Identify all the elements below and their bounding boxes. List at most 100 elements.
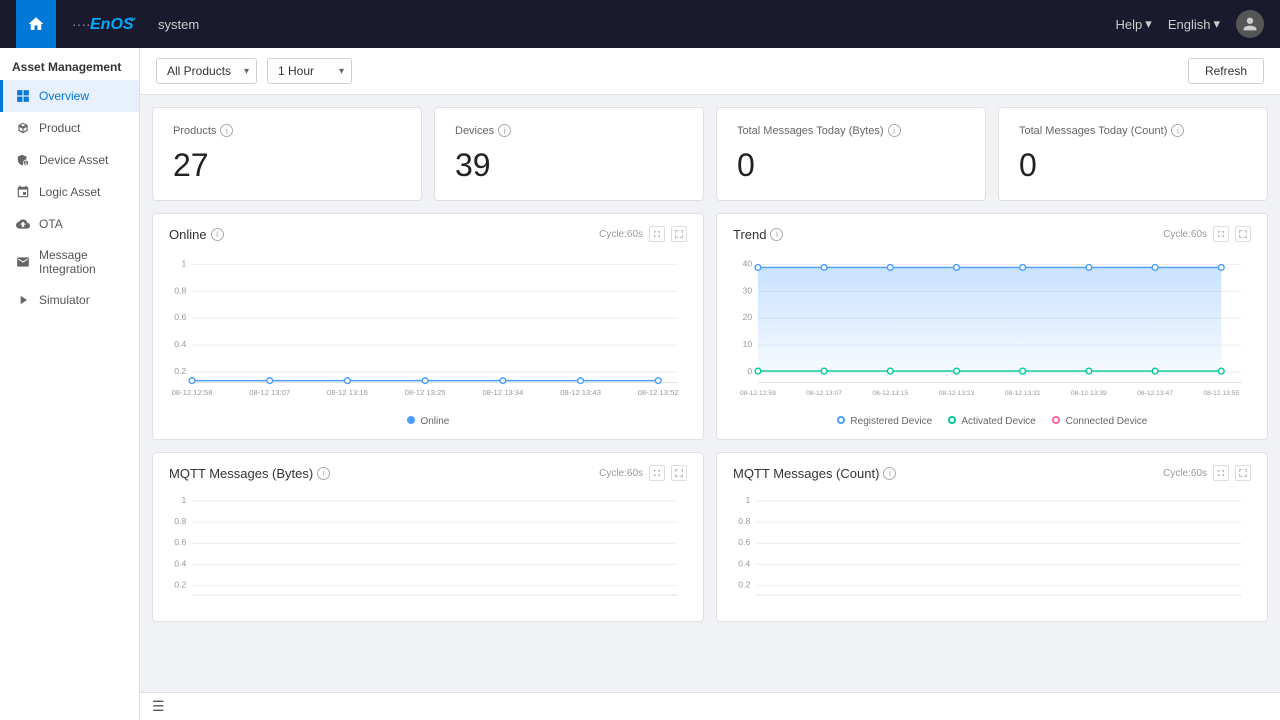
stat-cards-row: Products i 27 Devices i 39 Total Message…: [152, 107, 1268, 201]
bottom-menu-icon[interactable]: ☰: [152, 698, 165, 715]
sidebar-item-product[interactable]: Product: [0, 112, 139, 144]
mqtt-bytes-chart-card: MQTT Messages (Bytes) i Cycle:60s: [152, 452, 704, 622]
message-integration-icon: [15, 254, 31, 270]
svg-text:0: 0: [747, 366, 752, 376]
info-icon-messages-bytes[interactable]: i: [888, 124, 901, 137]
logo-area: ···· EnOS ™: [72, 13, 142, 35]
sidebar-item-logic-asset[interactable]: Logic Asset: [0, 176, 139, 208]
info-icon-mqtt-count[interactable]: i: [883, 467, 896, 480]
trend-legend-registered: Registered Device: [850, 416, 932, 427]
sidebar-label-device-asset: Device Asset: [39, 153, 108, 167]
stat-value-messages-count: 0: [1019, 147, 1247, 184]
mqtt-bytes-chart-svg-wrap: 1 0.8 0.6 0.4 0.2: [169, 489, 687, 609]
mqtt-bytes-chart-svg: 1 0.8 0.6 0.4 0.2: [169, 489, 687, 609]
sidebar-label-product: Product: [39, 121, 80, 135]
online-chart-title: Online: [169, 227, 207, 242]
trend-chart-actions: Cycle:60s: [1163, 226, 1251, 242]
svg-text:0.6: 0.6: [738, 537, 750, 547]
info-icon-messages-count[interactable]: i: [1171, 124, 1184, 137]
info-icon-mqtt-bytes[interactable]: i: [317, 467, 330, 480]
online-expand-icon[interactable]: [649, 226, 665, 242]
svg-text:0.4: 0.4: [174, 558, 186, 568]
info-icon-online[interactable]: i: [211, 228, 224, 241]
online-chart-header: Online i Cycle:60s: [169, 226, 687, 242]
overview-icon: [15, 88, 31, 104]
svg-text:0.6: 0.6: [174, 312, 186, 322]
sidebar-label-logic-asset: Logic Asset: [39, 185, 100, 199]
info-icon-products[interactable]: i: [220, 124, 233, 137]
sidebar-item-device-asset[interactable]: Device Asset: [0, 144, 139, 176]
sidebar-label-overview: Overview: [39, 89, 89, 103]
trend-chart-svg: 40 30 20 10 0: [733, 250, 1251, 400]
online-cycle-label: Cycle:60s: [599, 229, 643, 240]
svg-text:08-12 13:39: 08-12 13:39: [1071, 390, 1107, 397]
logo-image: ···· EnOS ™: [72, 13, 142, 35]
svg-text:····: ····: [72, 16, 91, 32]
content-area: All Products 1 Hour 6 Hours 24 Hours 7 D…: [140, 48, 1280, 720]
trend-legend-connected: Connected Device: [1066, 416, 1148, 427]
svg-text:08-12 13:31: 08-12 13:31: [1005, 390, 1041, 397]
mqtt-count-chart-svg: 1 0.8 0.6 0.4 0.2: [733, 489, 1251, 609]
stat-card-messages-count: Total Messages Today (Count) i 0: [998, 107, 1268, 201]
trend-fullscreen-icon[interactable]: [1235, 226, 1251, 242]
mqtt-bytes-fullscreen-icon[interactable]: [671, 465, 687, 481]
simulator-icon: [15, 292, 31, 308]
online-fullscreen-icon[interactable]: [671, 226, 687, 242]
time-filter-wrapper[interactable]: 1 Hour 6 Hours 24 Hours 7 Days: [267, 58, 352, 84]
svg-text:0.2: 0.2: [174, 366, 186, 376]
mqtt-count-chart-title: MQTT Messages (Count): [733, 466, 879, 481]
svg-text:™: ™: [128, 16, 136, 25]
refresh-button[interactable]: Refresh: [1188, 58, 1264, 84]
svg-text:08-12 13:47: 08-12 13:47: [1137, 390, 1173, 397]
svg-text:0.2: 0.2: [738, 579, 750, 589]
svg-text:40: 40: [743, 258, 753, 268]
svg-text:08-12 12:58: 08-12 12:58: [172, 388, 213, 397]
svg-text:0.8: 0.8: [738, 516, 750, 526]
product-filter-select[interactable]: All Products: [156, 58, 257, 84]
system-label: system: [158, 17, 199, 32]
trend-chart-header: Trend i Cycle:60s: [733, 226, 1251, 242]
charts-row-1: Online i Cycle:60s: [152, 213, 1268, 440]
mqtt-bytes-cycle-label: Cycle:60s: [599, 468, 643, 479]
svg-text:08-12 13:07: 08-12 13:07: [806, 390, 842, 397]
stat-value-messages-bytes: 0: [737, 147, 965, 184]
sidebar-item-ota[interactable]: OTA: [0, 208, 139, 240]
product-filter-wrapper[interactable]: All Products: [156, 58, 257, 84]
mqtt-count-chart-svg-wrap: 1 0.8 0.6 0.4 0.2: [733, 489, 1251, 609]
time-filter-select[interactable]: 1 Hour 6 Hours 24 Hours 7 Days: [267, 58, 352, 84]
trend-chart-title: Trend: [733, 227, 766, 242]
svg-text:0.8: 0.8: [174, 516, 186, 526]
svg-text:08-12 13:34: 08-12 13:34: [482, 388, 524, 397]
online-chart-card: Online i Cycle:60s: [152, 213, 704, 440]
user-avatar[interactable]: [1236, 10, 1264, 38]
online-chart-svg-wrap: 1 0.8 0.6 0.4 0.2: [169, 250, 687, 410]
svg-text:08-12 13:25: 08-12 13:25: [405, 388, 446, 397]
svg-text:10: 10: [743, 339, 753, 349]
info-icon-devices[interactable]: i: [498, 124, 511, 137]
trend-chart-svg-wrap: 40 30 20 10 0: [733, 250, 1251, 410]
help-button[interactable]: Help ▾: [1116, 16, 1152, 32]
sidebar-item-simulator[interactable]: Simulator: [0, 284, 139, 316]
sidebar-item-message-integration[interactable]: Message Integration: [0, 240, 139, 284]
svg-text:0.4: 0.4: [174, 339, 186, 349]
ota-icon: [15, 216, 31, 232]
stat-title-devices: Devices: [455, 125, 494, 137]
sidebar-item-overview[interactable]: Overview: [0, 80, 139, 112]
info-icon-trend[interactable]: i: [770, 228, 783, 241]
topbar-left: ···· EnOS ™ system: [16, 0, 199, 48]
svg-text:30: 30: [743, 285, 753, 295]
mqtt-bytes-chart-title: MQTT Messages (Bytes): [169, 466, 313, 481]
mqtt-count-fullscreen-icon[interactable]: [1235, 465, 1251, 481]
trend-cycle-label: Cycle:60s: [1163, 229, 1207, 240]
svg-text:0.8: 0.8: [174, 285, 186, 295]
trend-legend-dot-connected: [1052, 416, 1060, 424]
trend-chart-card: Trend i Cycle:60s: [716, 213, 1268, 440]
online-chart-legend: Online: [169, 416, 687, 427]
device-asset-icon: [15, 152, 31, 168]
stat-title-messages-bytes: Total Messages Today (Bytes): [737, 125, 884, 137]
mqtt-count-expand-icon[interactable]: [1213, 465, 1229, 481]
language-button[interactable]: English ▾: [1168, 16, 1220, 32]
trend-expand-icon[interactable]: [1213, 226, 1229, 242]
home-button[interactable]: [16, 0, 56, 48]
mqtt-bytes-expand-icon[interactable]: [649, 465, 665, 481]
